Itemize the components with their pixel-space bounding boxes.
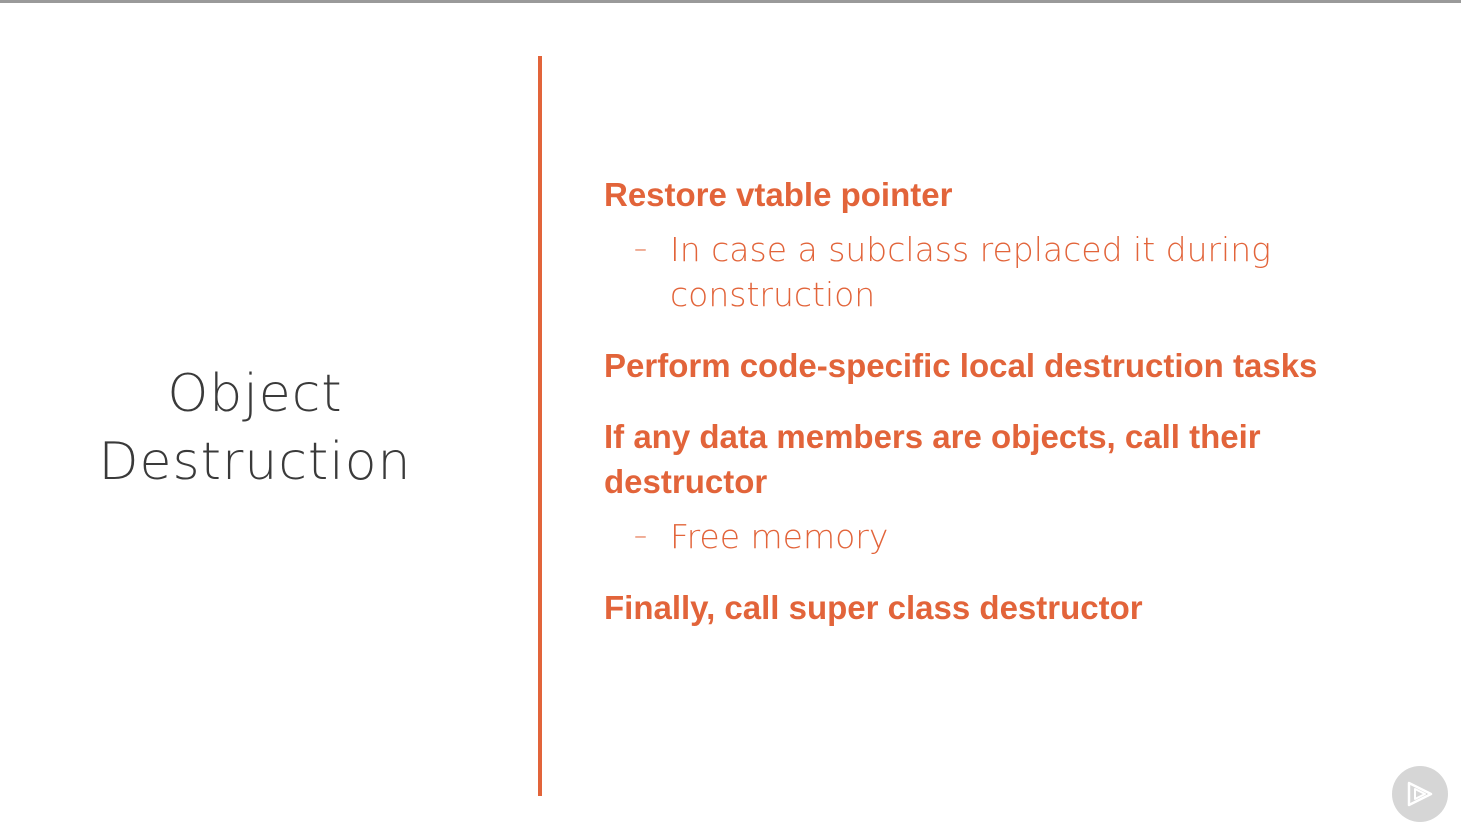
bullet-point-3: If any data members are objects, call th… — [604, 418, 1261, 500]
sub-bullet-dash: – — [634, 521, 647, 551]
bullet-point-2: Perform code-specific local destruction … — [604, 347, 1318, 384]
play-icon — [1407, 781, 1433, 807]
slide-title-line-2: Destruction — [98, 432, 412, 492]
slide-title-line-1: Object — [167, 364, 343, 424]
sub-bullet-text: In case a subclass replaced it during co… — [670, 230, 1271, 314]
play-badge[interactable] — [1392, 766, 1448, 822]
slide-title: Object Destruction — [40, 360, 470, 496]
bullet-list: Restore vtable pointer – In case a subcl… — [604, 172, 1424, 630]
sub-bullet-3-1: – Free memory — [604, 514, 1424, 559]
sub-bullet-text: Free memory — [670, 517, 889, 556]
top-rule — [0, 0, 1461, 3]
bullet-point-1: Restore vtable pointer — [604, 176, 953, 213]
sub-bullet-dash: – — [634, 234, 647, 264]
bullet-point-4: Finally, call super class destructor — [604, 589, 1143, 626]
vertical-divider — [538, 56, 542, 796]
sub-bullet-1-1: – In case a subclass replaced it during … — [604, 227, 1424, 317]
